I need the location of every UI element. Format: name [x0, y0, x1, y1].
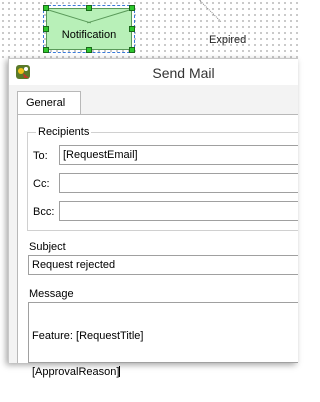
resize-handle-n[interactable]: [86, 5, 92, 11]
envelope-flap-left: [46, 9, 91, 24]
resize-handle-sw[interactable]: [43, 47, 49, 53]
message-field[interactable]: Feature: [RequestTitle] [ApprovalReason]: [28, 302, 298, 378]
resize-handle-nw[interactable]: [43, 5, 49, 11]
resize-handle-ne[interactable]: [129, 5, 135, 11]
message-line-2: [ApprovalReason]: [32, 366, 295, 378]
resize-handle-w[interactable]: [43, 26, 49, 32]
tab-general[interactable]: General: [17, 91, 81, 115]
expired-label: Expired: [209, 34, 247, 46]
cc-label: Cc:: [33, 178, 50, 190]
recipients-group-title: Recipients: [36, 126, 92, 138]
text-caret: [119, 366, 121, 377]
workflow-canvas[interactable]: Notification Expired: [0, 0, 298, 60]
general-tab-panel: Recipients To: [RequestEmail] Cc: Bcc: S…: [17, 114, 298, 378]
resize-handle-se[interactable]: [129, 47, 135, 53]
message-line-1: Feature: [RequestTitle]: [32, 330, 144, 342]
to-field[interactable]: [RequestEmail]: [59, 145, 298, 165]
message-label: Message: [29, 288, 74, 300]
to-label: To:: [33, 150, 48, 162]
subject-label: Subject: [29, 241, 66, 253]
tab-strip: General: [17, 91, 298, 115]
notification-label: Notification: [61, 29, 117, 41]
recipients-group: Recipients To: [RequestEmail] Cc: Bcc:: [27, 126, 298, 231]
envelope-flap-right: [87, 9, 132, 24]
resize-handle-s[interactable]: [86, 47, 92, 53]
resize-handle-e[interactable]: [129, 26, 135, 32]
dialog-titlebar[interactable]: Send Mail: [9, 59, 298, 85]
cc-field[interactable]: [59, 173, 298, 193]
notification-node[interactable]: Notification: [46, 8, 132, 50]
message-line-2-text: [ApprovalReason]: [32, 366, 120, 378]
bcc-label: Bcc:: [33, 206, 55, 218]
send-mail-dialog: Send Mail General Recipients To: [Reques…: [8, 58, 298, 378]
bcc-field[interactable]: [59, 201, 298, 221]
dialog-title: Send Mail: [152, 65, 215, 81]
subject-field[interactable]: Request rejected: [28, 255, 298, 275]
